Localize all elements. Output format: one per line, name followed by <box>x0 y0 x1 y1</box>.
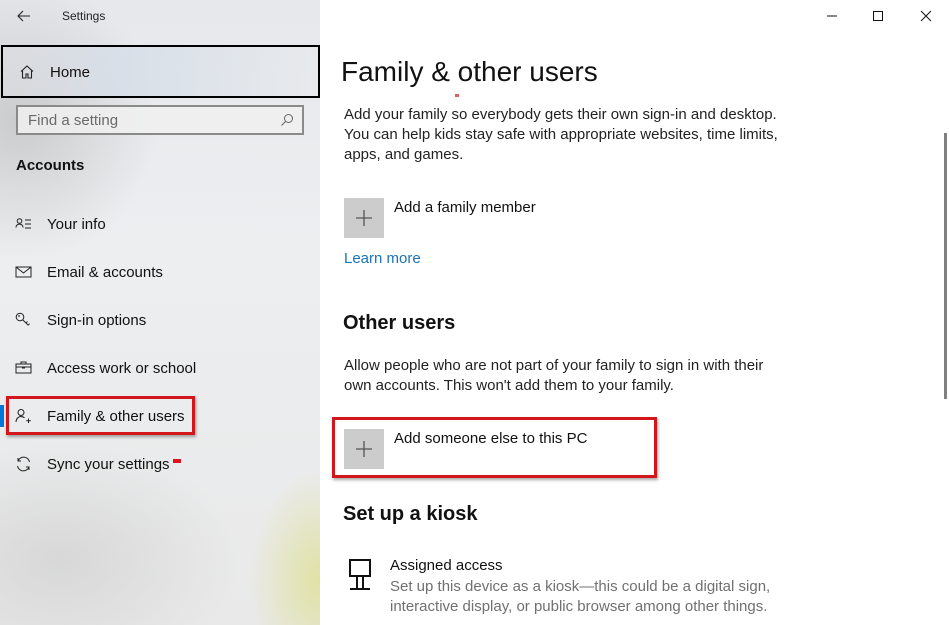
add-someone-else-label: Add someone else to this PC <box>394 430 588 447</box>
annotation-mark <box>455 94 459 97</box>
scrollbar[interactable] <box>944 133 947 399</box>
assigned-access-title: Assigned access <box>390 557 503 574</box>
maximize-button[interactable] <box>855 0 901 32</box>
key-icon <box>15 312 30 326</box>
annotation-mark <box>173 459 181 463</box>
search-input[interactable] <box>18 107 302 133</box>
sidebar-item-label: Your info <box>47 216 106 233</box>
briefcase-icon <box>15 361 32 374</box>
add-someone-else-button[interactable]: Add someone else to this PC <box>344 429 624 469</box>
sidebar-item-your-info[interactable]: Your info <box>0 204 320 244</box>
search-icon[interactable] <box>280 113 294 127</box>
selected-indicator <box>0 405 4 427</box>
other-users-description: Allow people who are not part of your fa… <box>344 357 764 394</box>
add-family-member-label: Add a family member <box>394 199 536 216</box>
learn-more-link[interactable]: Learn more <box>344 250 421 267</box>
plus-icon <box>356 210 372 226</box>
home-icon <box>20 65 34 79</box>
sidebar-item-label: Family & other users <box>47 408 185 425</box>
home-label: Home <box>50 64 91 81</box>
sidebar-item-email-accounts[interactable]: Email & accounts <box>0 252 320 292</box>
title-bar: Settings <box>0 0 320 32</box>
plus-icon <box>356 441 372 457</box>
plus-tile <box>344 429 384 469</box>
sync-icon <box>17 456 30 472</box>
minimize-button[interactable] <box>809 0 855 32</box>
app-title: Settings <box>62 9 106 23</box>
add-family-member-button[interactable]: Add a family member <box>344 198 594 238</box>
back-button[interactable] <box>12 4 36 28</box>
sidebar: Settings Home Accounts Your info Email &… <box>0 0 320 625</box>
person-card-icon <box>15 218 31 229</box>
close-icon <box>920 10 932 22</box>
sidebar-item-sign-in-options[interactable]: Sign-in options <box>0 300 320 340</box>
section-heading-accounts: Accounts <box>16 157 85 174</box>
page-title: Family & other users <box>341 56 598 87</box>
back-arrow-icon <box>17 10 30 22</box>
window-controls <box>809 0 949 32</box>
sidebar-item-label: Access work or school <box>47 360 197 377</box>
assigned-access-description: Set up this device as a kiosk—this could… <box>390 578 771 615</box>
kiosk-heading: Set up a kiosk <box>343 503 478 525</box>
sidebar-item-family-other-users[interactable]: Family & other users <box>0 396 320 436</box>
family-description: Add your family so everybody gets their … <box>344 106 778 163</box>
person-add-icon <box>15 409 31 423</box>
kiosk-icon <box>349 559 371 590</box>
assigned-access-item[interactable]: Assigned access Set up this device as a … <box>346 556 796 616</box>
sidebar-item-label: Sign-in options <box>47 312 147 329</box>
search-box[interactable] <box>16 105 304 135</box>
home-button[interactable]: Home <box>1 45 320 98</box>
minimize-icon <box>827 15 837 17</box>
sidebar-item-sync-settings[interactable]: Sync your settings <box>0 444 320 484</box>
close-button[interactable] <box>903 0 949 32</box>
sidebar-item-label: Sync your settings <box>47 456 170 473</box>
mail-icon <box>15 266 32 278</box>
maximize-icon <box>873 11 883 21</box>
sidebar-item-access-work-school[interactable]: Access work or school <box>0 348 320 388</box>
plus-tile <box>344 198 384 238</box>
sidebar-item-label: Email & accounts <box>47 264 163 281</box>
other-users-heading: Other users <box>343 312 456 334</box>
